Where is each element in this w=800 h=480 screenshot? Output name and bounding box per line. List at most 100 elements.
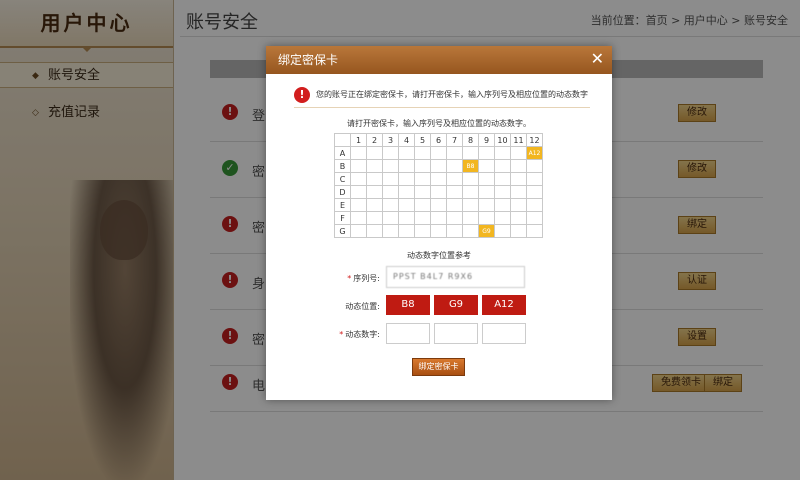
grid-cell — [382, 146, 399, 160]
grid-cell — [414, 146, 431, 160]
required-mark: * — [347, 274, 352, 283]
grid-column-header: 9 — [478, 133, 495, 147]
grid-row-header: D — [334, 185, 351, 199]
grid-cell — [366, 146, 383, 160]
grid-cell — [462, 198, 479, 212]
grid-cell — [350, 198, 367, 212]
grid-cell — [510, 211, 527, 225]
grid-cell — [526, 211, 543, 225]
grid-cell — [350, 172, 367, 186]
grid-cell — [366, 198, 383, 212]
grid-highlight-cell: A12 — [526, 146, 543, 160]
grid-highlight-cell: B8 — [462, 159, 479, 173]
grid-column-header: 3 — [382, 133, 399, 147]
grid-cell — [414, 172, 431, 186]
grid-column-header: 12 — [526, 133, 543, 147]
grid-cell — [414, 211, 431, 225]
grid-cell — [382, 224, 399, 238]
grid-column-header: 2 — [366, 133, 383, 147]
grid-caption: 动态数字位置参考 — [407, 251, 471, 260]
grid-cell — [414, 224, 431, 238]
instruction-text: 请打开密保卡，输入序列号及相应位置的动态数字。 — [347, 119, 531, 128]
grid-cell — [430, 224, 447, 238]
grid-cell — [494, 211, 511, 225]
dialog-header: 绑定密保卡 ✕ — [266, 46, 612, 74]
grid-cell — [478, 159, 495, 173]
grid-cell — [478, 172, 495, 186]
grid-column-header: 10 — [494, 133, 511, 147]
grid-cell — [526, 198, 543, 212]
close-icon[interactable]: ✕ — [591, 46, 604, 72]
grid-cell — [350, 159, 367, 173]
grid-cell — [510, 172, 527, 186]
grid-cell — [350, 185, 367, 199]
grid-cell — [366, 172, 383, 186]
grid-cell — [446, 198, 463, 212]
grid-cell — [382, 159, 399, 173]
serial-label-text: 序列号: — [353, 274, 380, 283]
grid-cell — [366, 224, 383, 238]
grid-cell — [446, 159, 463, 173]
dynamic-digit-input-1[interactable] — [386, 323, 430, 344]
grid-column-header: 6 — [430, 133, 447, 147]
grid-cell — [430, 185, 447, 199]
grid-column-header: 5 — [414, 133, 431, 147]
grid-cell — [462, 224, 479, 238]
bind-security-card-dialog: 绑定密保卡 ✕ ! 您的账号正在绑定密保卡，请打开密保卡，输入序列号及相应位置的… — [266, 46, 612, 400]
grid-cell — [398, 224, 415, 238]
grid-cell — [398, 159, 415, 173]
grid-cell — [494, 198, 511, 212]
position-box: G9 — [434, 295, 478, 315]
grid-cell — [526, 224, 543, 238]
position-label: 动态位置: — [345, 302, 380, 311]
grid-cell — [382, 211, 399, 225]
grid-cell — [414, 198, 431, 212]
grid-cell — [366, 185, 383, 199]
grid-column-header: 11 — [510, 133, 527, 147]
grid-cell — [494, 224, 511, 238]
grid-cell — [510, 146, 527, 160]
digits-label-text: 动态数字: — [345, 330, 380, 339]
serial-number-input[interactable]: PPST B4L7 R9X6 — [386, 266, 525, 288]
alert-icon: ! — [294, 87, 310, 103]
grid-cell — [382, 172, 399, 186]
grid-cell — [526, 185, 543, 199]
dynamic-digit-input-3[interactable] — [482, 323, 526, 344]
grid-cell — [382, 198, 399, 212]
grid-cell — [478, 185, 495, 199]
grid-row-header: B — [334, 159, 351, 173]
position-box: B8 — [386, 295, 430, 315]
grid-cell — [398, 146, 415, 160]
grid-row-header: G — [334, 224, 351, 238]
grid-cell — [366, 211, 383, 225]
grid-cell — [462, 146, 479, 160]
grid-cell — [526, 172, 543, 186]
grid-cell — [350, 146, 367, 160]
bind-card-submit-button[interactable]: 绑定密保卡 — [412, 358, 465, 376]
grid-cell — [430, 159, 447, 173]
grid-cell — [366, 159, 383, 173]
grid-cell — [446, 185, 463, 199]
grid-cell — [526, 159, 543, 173]
grid-cell — [478, 198, 495, 212]
grid-cell — [446, 224, 463, 238]
grid-cell — [430, 172, 447, 186]
grid-cell — [462, 211, 479, 225]
grid-cell — [462, 185, 479, 199]
grid-cell — [350, 224, 367, 238]
dynamic-digit-input-2[interactable] — [434, 323, 478, 344]
grid-cell — [398, 211, 415, 225]
grid-column-header: 7 — [446, 133, 463, 147]
serial-label: * 序列号: — [266, 273, 380, 284]
grid-cell — [494, 159, 511, 173]
grid-cell — [414, 185, 431, 199]
grid-cell — [462, 172, 479, 186]
grid-cell — [414, 159, 431, 173]
position-box: A12 — [482, 295, 526, 315]
grid-cell — [398, 198, 415, 212]
grid-cell — [478, 211, 495, 225]
grid-corner-cell — [334, 133, 351, 147]
grid-highlight-cell: G9 — [478, 224, 495, 238]
grid-row-header: C — [334, 172, 351, 186]
grid-cell — [510, 224, 527, 238]
